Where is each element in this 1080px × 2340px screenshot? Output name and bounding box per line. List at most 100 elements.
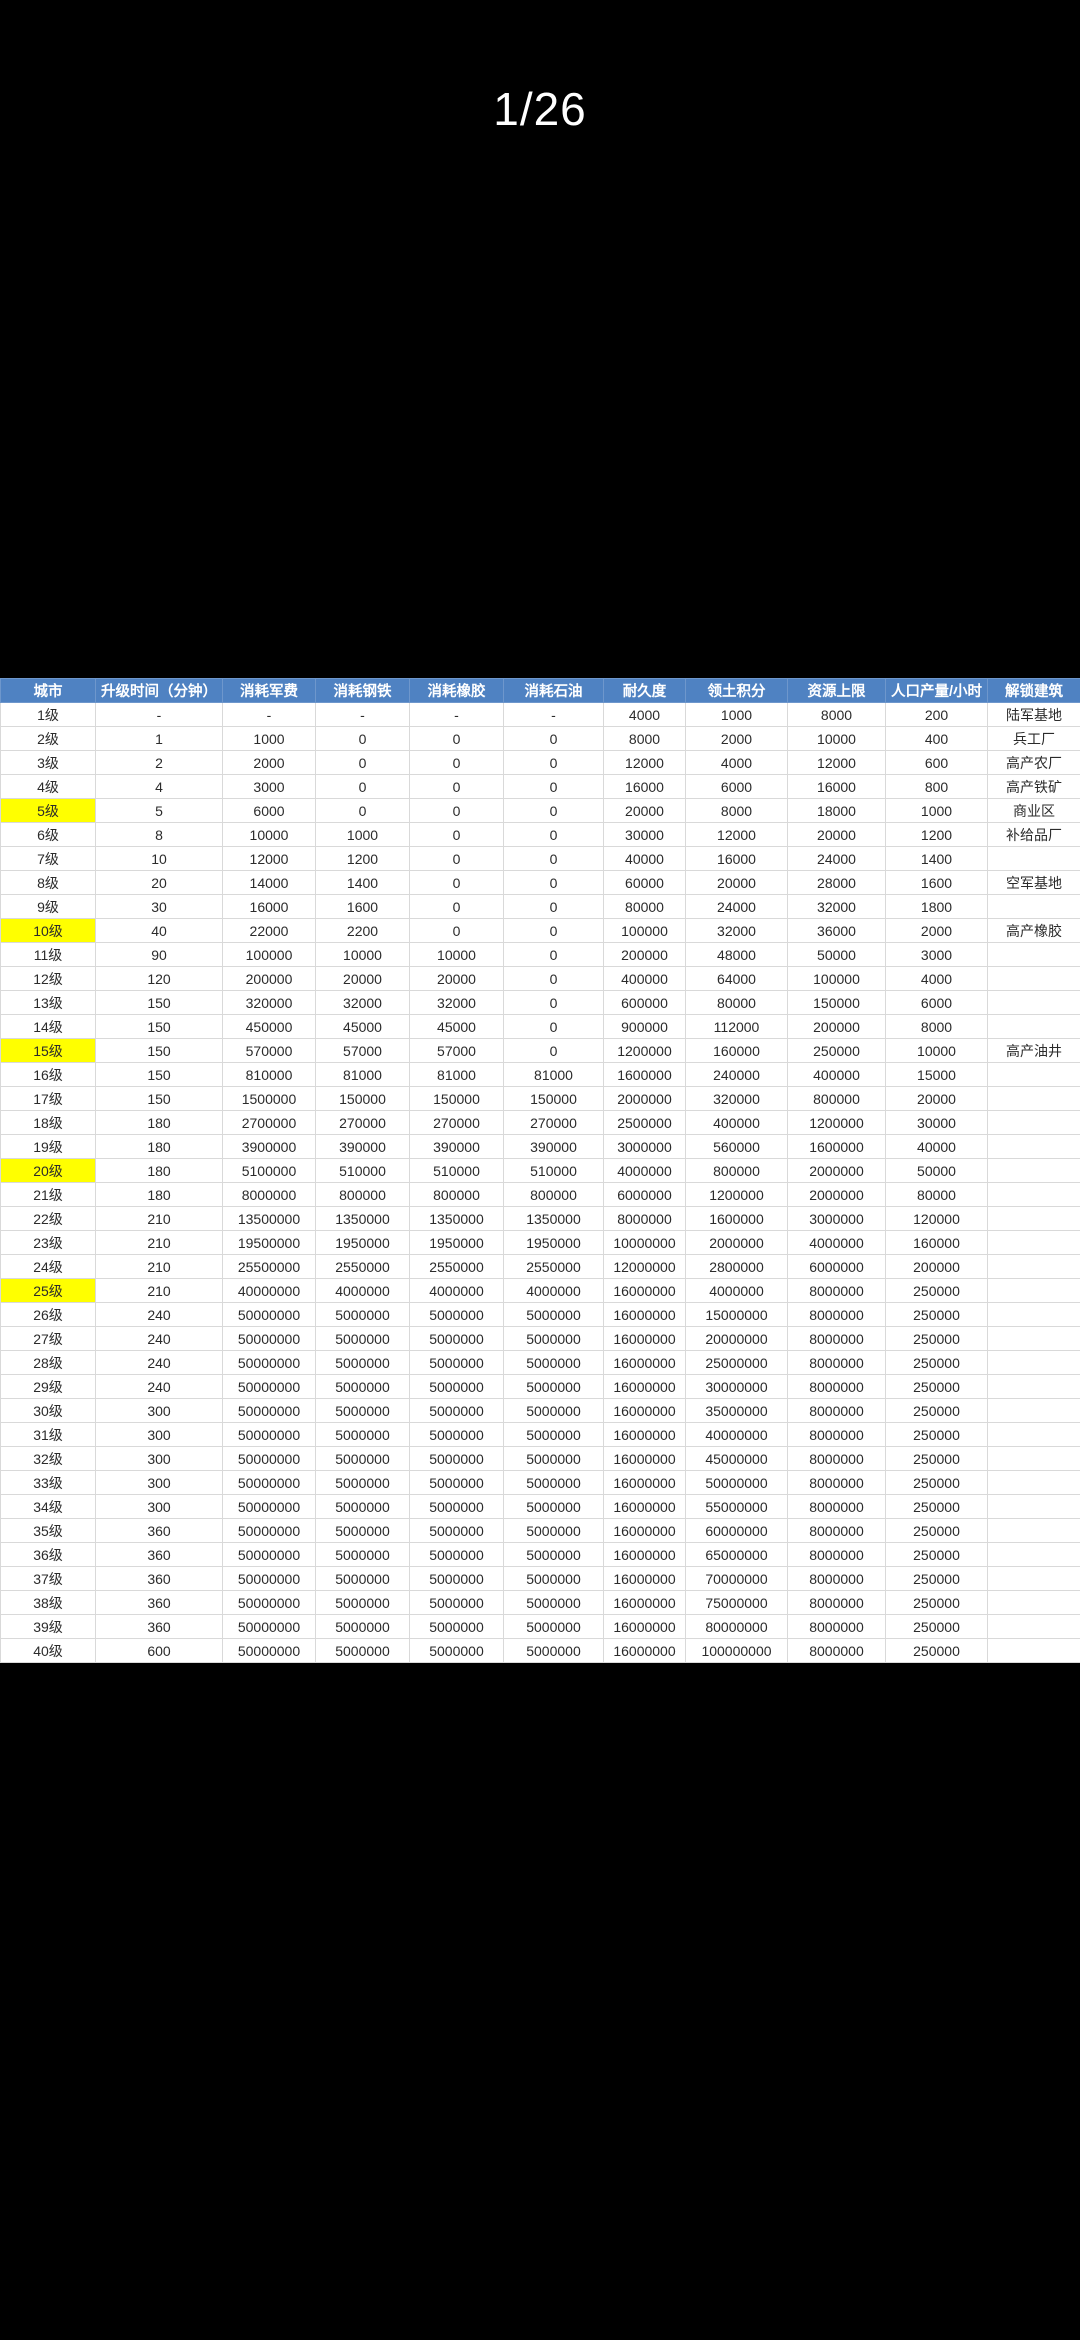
value-cell: 210 — [95, 1230, 223, 1255]
building-cell — [987, 1134, 1080, 1159]
column-header: 解锁建筑 — [987, 678, 1080, 703]
value-cell: 800000 — [685, 1158, 788, 1183]
value-cell: 250000 — [885, 1614, 988, 1639]
value-cell: 2800000 — [685, 1254, 788, 1279]
table-row: 37级 360 50000000 5000000 5000000 5000000 16000… — [0, 1566, 1080, 1591]
value-cell: 150 — [95, 1014, 223, 1039]
level-cell: 4级 — [0, 774, 96, 799]
value-cell: 250000 — [885, 1590, 988, 1615]
value-cell: 1200 — [315, 846, 410, 871]
level-cell: 11级 — [0, 942, 96, 967]
value-cell: 360 — [95, 1590, 223, 1615]
table-image[interactable]: 城市 升级时间（分钟） 消耗军费 消耗钢铁 消耗橡胶 消耗石油 耐久度 领土积分 资源上限 人口产… — [0, 678, 1080, 1663]
level-cell: 29级 — [0, 1374, 96, 1399]
value-cell: 0 — [315, 726, 410, 751]
value-cell: 150 — [95, 1062, 223, 1087]
value-cell: 300 — [95, 1398, 223, 1423]
value-cell: 360 — [95, 1566, 223, 1591]
value-cell: 6000 — [685, 774, 788, 799]
value-cell: 360 — [95, 1614, 223, 1639]
value-cell: 80000 — [603, 894, 686, 919]
value-cell: 8000000 — [787, 1278, 886, 1303]
level-cell: 22级 — [0, 1206, 96, 1231]
building-cell — [987, 1350, 1080, 1375]
value-cell: 30000 — [885, 1110, 988, 1135]
value-cell: 5000000 — [409, 1566, 504, 1591]
value-cell: 250000 — [885, 1350, 988, 1375]
value-cell: 5000000 — [409, 1614, 504, 1639]
value-cell: 20000 — [603, 798, 686, 823]
value-cell: 0 — [409, 894, 504, 919]
value-cell: 5000000 — [409, 1494, 504, 1519]
value-cell: 50000000 — [222, 1326, 316, 1351]
value-cell: 45000 — [315, 1014, 410, 1039]
value-cell: 2550000 — [409, 1254, 504, 1279]
level-cell: 24级 — [0, 1254, 96, 1279]
value-cell: 4000000 — [315, 1278, 410, 1303]
value-cell: 50000000 — [222, 1302, 316, 1327]
value-cell: 3900000 — [222, 1134, 316, 1159]
value-cell: 0 — [315, 798, 410, 823]
value-cell: 0 — [503, 894, 604, 919]
value-cell: 250000 — [885, 1398, 988, 1423]
value-cell: 1350000 — [409, 1206, 504, 1231]
value-cell: 8000000 — [787, 1566, 886, 1591]
value-cell: 81000 — [315, 1062, 410, 1087]
value-cell: 5000000 — [315, 1398, 410, 1423]
value-cell: 10000 — [222, 822, 316, 847]
value-cell: 81000 — [409, 1062, 504, 1087]
table-row: 1级 - - - - -4000 1000 8000 200 陆军基地 — [0, 702, 1080, 727]
value-cell: 8000000 — [603, 1206, 686, 1231]
building-cell: 高产铁矿 — [987, 774, 1080, 799]
value-cell: 200000 — [222, 966, 316, 991]
value-cell: 10000 — [409, 942, 504, 967]
value-cell: 5000000 — [315, 1326, 410, 1351]
value-cell: 0 — [409, 822, 504, 847]
level-cell: 20级 — [0, 1158, 96, 1183]
value-cell: 20000 — [315, 966, 410, 991]
value-cell: 5000000 — [315, 1566, 410, 1591]
table-row: 13级 150 320000 32000 32000 0 600000 80000 150000… — [0, 990, 1080, 1015]
level-cell: 19级 — [0, 1134, 96, 1159]
value-cell: 5000000 — [503, 1566, 604, 1591]
table-row: 34级 300 50000000 5000000 5000000 5000000 16000… — [0, 1494, 1080, 1519]
table-row: 26级 240 50000000 5000000 5000000 5000000 16000… — [0, 1302, 1080, 1327]
value-cell: 5000000 — [503, 1398, 604, 1423]
value-cell: 5000000 — [409, 1326, 504, 1351]
value-cell: 70000000 — [685, 1566, 788, 1591]
value-cell: 600 — [95, 1638, 223, 1663]
table-row: 8级 20 14000 1400 0 0 60000 20000 28000 1600 空军基地 — [0, 870, 1080, 895]
value-cell: 100000 — [603, 918, 686, 943]
value-cell: 8000000 — [787, 1350, 886, 1375]
value-cell: 300 — [95, 1446, 223, 1471]
value-cell: 1 — [95, 726, 223, 751]
value-cell: 5000000 — [409, 1398, 504, 1423]
value-cell: 60000 — [603, 870, 686, 895]
value-cell: 40 — [95, 918, 223, 943]
building-cell — [987, 1278, 1080, 1303]
value-cell: 5100000 — [222, 1158, 316, 1183]
value-cell: 150 — [95, 1038, 223, 1063]
value-cell: 16000000 — [603, 1566, 686, 1591]
value-cell: 800000 — [787, 1086, 886, 1111]
value-cell: 250000 — [885, 1470, 988, 1495]
building-cell: 高产农厂 — [987, 750, 1080, 775]
level-cell: 7级 — [0, 846, 96, 871]
value-cell: 10000 — [885, 1038, 988, 1063]
value-cell: 4000000 — [603, 1158, 686, 1183]
value-cell: 0 — [503, 750, 604, 775]
value-cell: 30000000 — [685, 1374, 788, 1399]
value-cell: 120 — [95, 966, 223, 991]
level-cell: 1级 — [0, 702, 96, 727]
table-row: 22级 210 13500000 1350000 1350000 1350000 80000… — [0, 1206, 1080, 1231]
building-cell — [987, 1254, 1080, 1279]
value-cell: 13500000 — [222, 1206, 316, 1231]
value-cell: 8000000 — [787, 1590, 886, 1615]
value-cell: 810000 — [222, 1062, 316, 1087]
table-row: 31级 300 50000000 5000000 5000000 5000000 16000… — [0, 1422, 1080, 1447]
value-cell: 390000 — [409, 1134, 504, 1159]
value-cell: 6000000 — [787, 1254, 886, 1279]
value-cell: 1950000 — [503, 1230, 604, 1255]
value-cell: 8000000 — [787, 1398, 886, 1423]
value-cell: 5000000 — [503, 1590, 604, 1615]
